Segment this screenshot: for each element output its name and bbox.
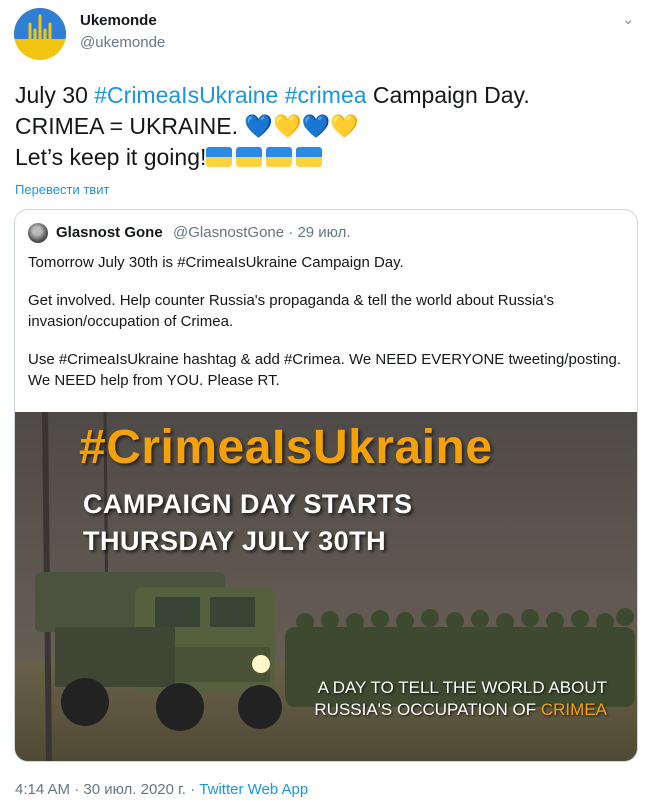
tweet-text-segment: Campaign Day. <box>366 82 530 108</box>
image-caption-line1: A DAY TO TELL THE WORLD ABOUT <box>317 678 607 697</box>
quoted-author-meta: @GlasnostGone · 29 июл. <box>173 224 351 241</box>
ukraine-flag-icon <box>206 147 233 167</box>
translate-tweet-link[interactable]: Перевести твит <box>15 182 109 197</box>
quoted-paragraph: Get involved. Help counter Russia's prop… <box>28 292 555 330</box>
image-hashtag-text: #CrimeaIsUkraine <box>79 421 493 474</box>
image-caption-highlight: CRIMEA <box>540 700 607 719</box>
quoted-paragraph: Tomorrow July 30th is #CrimeaIsUkraine C… <box>28 254 404 271</box>
author-name[interactable]: Ukemonde <box>80 12 157 29</box>
quoted-avatar[interactable] <box>28 223 48 243</box>
hearts-emoji: 💙💛💙💛 <box>244 113 359 139</box>
image-caption-text: RUSSIA'S OCCUPATION OF <box>314 700 541 719</box>
chevron-down-icon[interactable]: ⌄ <box>622 10 635 28</box>
ukraine-flag-icon <box>236 147 263 167</box>
image-headline-line2: THURSDAY JULY 30TH <box>83 526 387 556</box>
timestamp[interactable]: 4:14 AM · 30 июл. 2020 г. · <box>15 781 199 798</box>
image-headline-line1: CAMPAIGN DAY STARTS <box>83 489 413 519</box>
image-caption-line2: RUSSIA'S OCCUPATION OF CRIMEA <box>314 700 607 720</box>
ukraine-flag-icon <box>296 147 323 167</box>
source-app-link[interactable]: Twitter Web App <box>199 781 308 798</box>
tweet-footer: 4:14 AM · 30 июл. 2020 г. · Twitter Web … <box>15 781 308 798</box>
quoted-tweet[interactable]: Glasnost Gone @GlasnostGone · 29 июл. To… <box>14 209 638 762</box>
tweet-text-segment: July 30 <box>15 82 95 108</box>
quoted-paragraph: Use #CrimeaIsUkraine hashtag & add #Crim… <box>28 351 622 389</box>
tweet-text-segment: CRIMEA = UKRAINE. <box>15 113 245 139</box>
hashtag-link[interactable]: #CrimeaIsUkraine <box>94 82 278 108</box>
quoted-tweet-text: Tomorrow July 30th is #CrimeaIsUkraine C… <box>28 252 624 408</box>
avatar[interactable] <box>14 8 66 60</box>
trident-icon <box>28 14 52 54</box>
quoted-media-image[interactable]: #CrimeaIsUkraine CAMPAIGN DAY STARTS THU… <box>15 412 637 761</box>
tweet-text: July 30 #CrimeaIsUkraine #crimea Campaig… <box>15 80 635 173</box>
hashtag-link[interactable]: #crimea <box>285 82 367 108</box>
quoted-author-name[interactable]: Glasnost Gone <box>56 224 163 241</box>
ukraine-flag-icon <box>266 147 293 167</box>
tweet-text-segment: Let’s keep it going! <box>15 144 207 170</box>
author-handle[interactable]: @ukemonde <box>80 34 165 51</box>
